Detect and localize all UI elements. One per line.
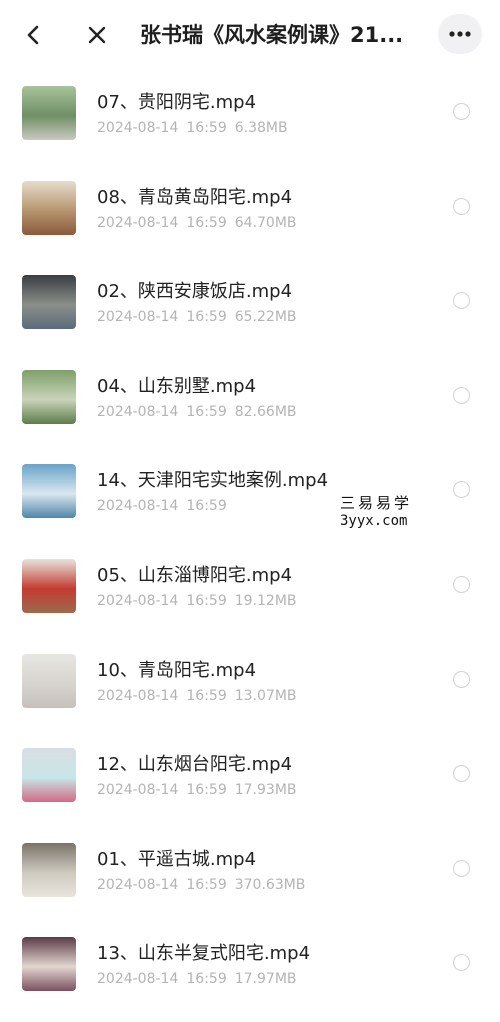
file-row[interactable]: 13、山东半复式阳宅.mp4 2024-08-14 16:59 17.97MB [0, 921, 500, 1015]
file-size: 6.38MB [234, 120, 288, 136]
top-bar: 张书瑞《风水案例课》21... [0, 0, 500, 70]
file-meta: 2024-08-14 16:59 19.12MB [97, 593, 305, 609]
file-row[interactable]: 01、平遥古城.mp4 2024-08-14 16:59 370.63MB [0, 827, 500, 921]
close-icon [88, 26, 106, 44]
video-thumbnail [22, 559, 76, 613]
file-date: 2024-08-14 [97, 214, 179, 231]
file-name: 08、青岛黄岛阳宅.mp4 [97, 186, 293, 208]
video-thumbnail [22, 653, 76, 708]
file-name: 01、平遥古城.mp4 [97, 848, 257, 870]
file-row[interactable]: 12、山东烟台阳宅.mp4 2024-08-14 16:59 17.93MB [0, 732, 500, 826]
file-name: 14、天津阳宅实地案例.mp4 [97, 470, 329, 492]
file-name: 02、陕西安康饭店.mp4 [97, 281, 293, 303]
file-name: 12、山东烟台阳宅.mp4 [97, 754, 293, 776]
file-meta: 2024-08-14 16:59 13.07MB [97, 688, 305, 704]
video-thumbnail [22, 748, 76, 803]
file-date: 2024-08-14 [97, 403, 179, 420]
file-time: 16:59 [186, 120, 227, 136]
file-date: 2024-08-14 [97, 593, 179, 609]
file-date: 2024-08-14 [97, 498, 179, 515]
file-date: 2024-08-14 [97, 120, 179, 136]
file-name: 04、山东别墅.mp4 [97, 375, 257, 397]
file-date: 2024-08-14 [97, 971, 179, 988]
file-time: 16:59 [186, 309, 227, 326]
file-meta: 2024-08-14 16:59 82.66MB [97, 404, 305, 420]
file-meta: 2024-08-14 16:59 17.97MB [97, 971, 305, 987]
file-date: 2024-08-14 [97, 309, 179, 326]
file-size: 19.12MB [234, 593, 297, 609]
select-radio[interactable] [453, 859, 470, 877]
file-meta: 2024-08-14 16:59 64.70MB [97, 215, 305, 231]
file-row[interactable]: 10、青岛阳宅.mp4 2024-08-14 16:59 13.07MB [0, 638, 500, 732]
file-meta: 2024-08-14 16:59 [97, 498, 243, 514]
file-row[interactable]: 07、贵阳阴宅.mp4 2024-08-14 16:59 6.38MB [0, 70, 500, 164]
file-meta: 2024-08-14 16:59 17.93MB [97, 782, 305, 798]
select-radio[interactable] [453, 103, 470, 120]
more-horizontal-icon [449, 31, 471, 37]
file-time: 16:59 [186, 782, 227, 799]
file-time: 16:59 [186, 403, 227, 420]
file-row[interactable]: 04、山东别墅.mp4 2024-08-14 16:59 82.66MB [0, 354, 500, 448]
video-thumbnail [22, 275, 76, 330]
select-radio[interactable] [453, 576, 470, 593]
file-size: 64.70MB [234, 214, 297, 231]
watermark-text-cn: 三易易学 [340, 494, 413, 512]
file-date: 2024-08-14 [97, 782, 179, 799]
file-name: 05、山东淄博阳宅.mp4 [97, 565, 293, 586]
select-radio[interactable] [453, 765, 470, 783]
video-thumbnail [22, 180, 76, 235]
file-size: 82.66MB [234, 403, 297, 420]
video-thumbnail [22, 369, 76, 424]
file-time: 16:59 [186, 214, 227, 231]
video-thumbnail [22, 86, 76, 140]
file-time: 16:59 [186, 971, 227, 988]
watermark-text-en: 3yyx.com [340, 513, 408, 529]
watermark: 三易易学 3yyx.com [240, 490, 415, 540]
file-name: 07、贵阳阴宅.mp4 [97, 92, 257, 113]
file-size: 17.97MB [234, 971, 297, 988]
file-size: 370.63MB [234, 876, 306, 893]
close-button[interactable] [82, 20, 112, 50]
video-thumbnail [22, 842, 76, 897]
file-date: 2024-08-14 [97, 687, 179, 704]
file-meta: 2024-08-14 16:59 6.38MB [97, 120, 296, 136]
file-meta: 2024-08-14 16:59 370.63MB [97, 877, 313, 893]
select-radio[interactable] [453, 670, 470, 688]
file-size: 13.07MB [234, 687, 297, 704]
file-name: 10、青岛阳宅.mp4 [97, 659, 257, 681]
file-size: 65.22MB [234, 309, 297, 326]
back-button[interactable] [18, 20, 48, 50]
file-time: 16:59 [186, 498, 227, 515]
file-time: 16:59 [186, 593, 227, 609]
file-size: 17.93MB [234, 782, 297, 799]
video-thumbnail [22, 464, 76, 519]
select-radio[interactable] [453, 481, 470, 499]
file-time: 16:59 [186, 687, 227, 704]
file-row[interactable]: 02、陕西安康饭店.mp4 2024-08-14 16:59 65.22MB [0, 259, 500, 353]
select-radio[interactable] [453, 954, 470, 972]
file-date: 2024-08-14 [97, 876, 179, 893]
video-thumbnail [22, 937, 76, 992]
select-radio[interactable] [453, 292, 470, 310]
page-title: 张书瑞《风水案例课》21... [140, 23, 404, 47]
select-radio[interactable] [453, 197, 470, 215]
select-radio[interactable] [453, 386, 470, 404]
more-button[interactable] [438, 14, 482, 54]
chevron-left-icon [27, 25, 39, 45]
file-name: 13、山东半复式阳宅.mp4 [97, 943, 311, 965]
file-row[interactable]: 08、青岛黄岛阳宅.mp4 2024-08-14 16:59 64.70MB [0, 165, 500, 259]
file-row[interactable]: 05、山东淄博阳宅.mp4 2024-08-14 16:59 19.12MB [0, 543, 500, 637]
file-time: 16:59 [186, 876, 227, 893]
file-meta: 2024-08-14 16:59 65.22MB [97, 309, 305, 325]
